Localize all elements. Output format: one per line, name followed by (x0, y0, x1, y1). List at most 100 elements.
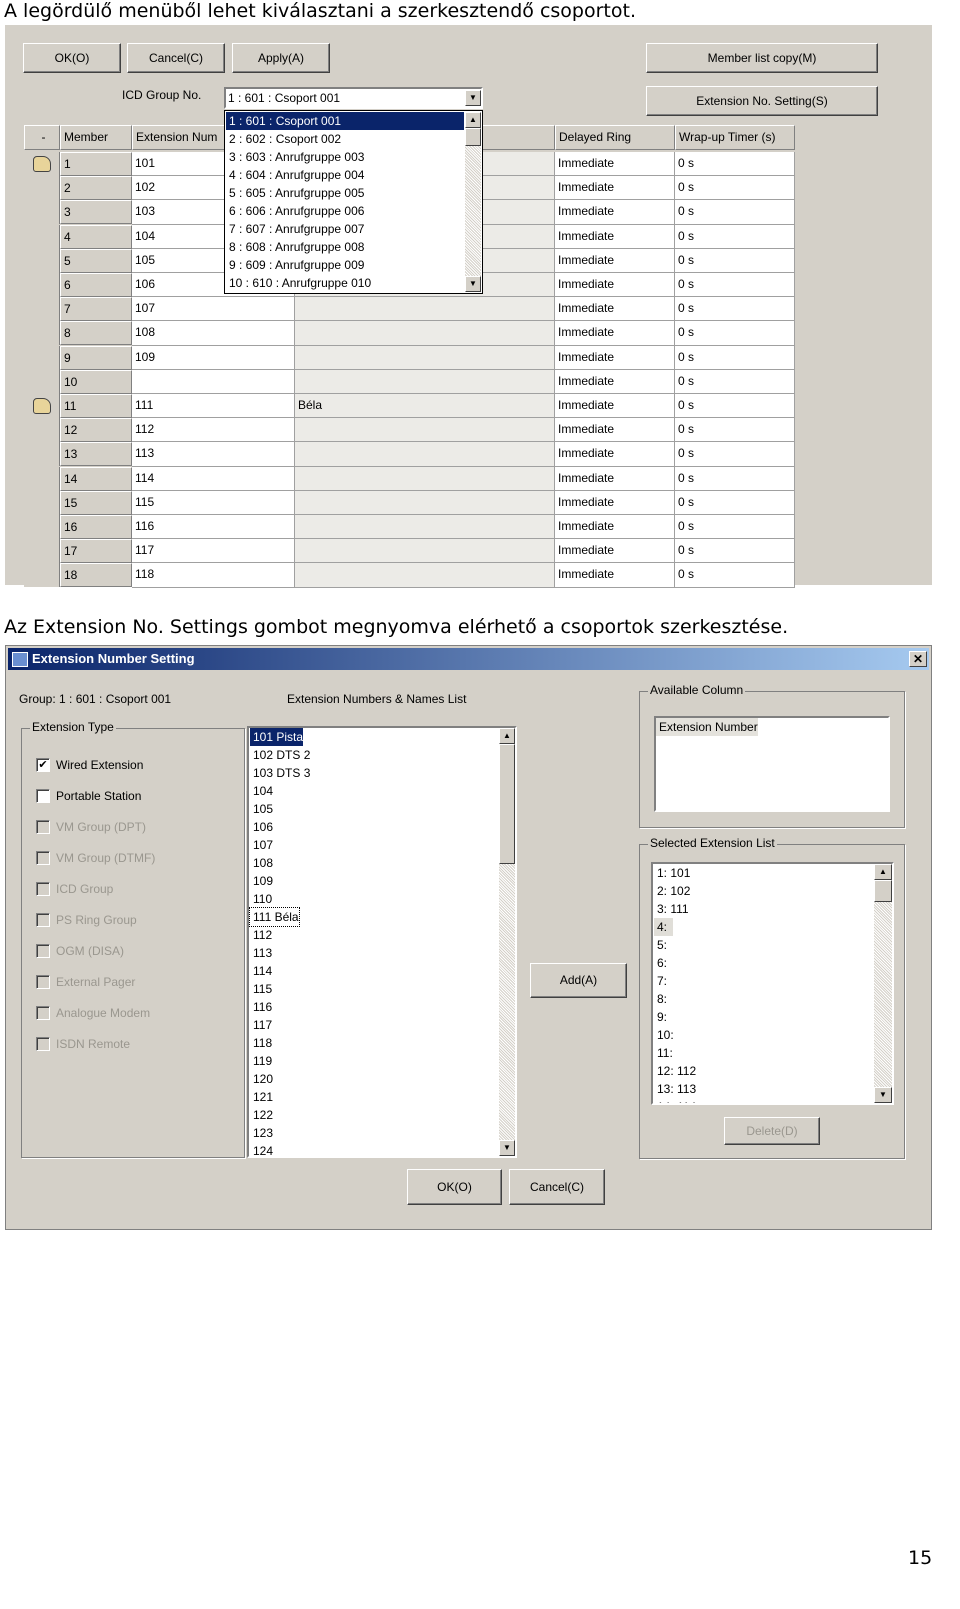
dropdown-option[interactable]: 2 : 602 : Csoport 002 (226, 130, 464, 148)
name-cell[interactable] (295, 442, 555, 467)
ext-cell[interactable]: 107 (132, 297, 295, 322)
ring-cell[interactable]: Immediate (555, 418, 675, 443)
ext-type-checkbox[interactable]: VM Group (DTMF) (36, 842, 155, 873)
row-selector[interactable] (24, 321, 60, 346)
extension-item[interactable]: 118 (250, 1034, 272, 1052)
checkbox-icon[interactable] (36, 974, 50, 989)
selected-extension-item[interactable]: 11: (654, 1044, 872, 1062)
name-cell[interactable] (295, 321, 555, 346)
extension-item[interactable]: 109 (250, 872, 273, 890)
ring-cell[interactable]: Immediate (555, 394, 675, 419)
row-selector[interactable] (24, 563, 60, 588)
ext-cell[interactable]: 113 (132, 442, 295, 467)
member-list-copy-button[interactable]: Member list copy(M) (646, 43, 878, 73)
row-selector[interactable] (24, 273, 60, 297)
dropdown-option[interactable]: 6 : 606 : Anrufgruppe 006 (226, 202, 464, 220)
extension-item[interactable]: 107 (250, 836, 273, 854)
checkbox-icon[interactable] (36, 912, 50, 927)
checkbox-icon[interactable] (36, 1005, 50, 1020)
extension-item[interactable]: 103 DTS 3 (250, 764, 310, 782)
selected-extension-item[interactable]: 9: (654, 1008, 872, 1026)
wrap-cell[interactable]: 0 s (675, 297, 795, 322)
ring-cell[interactable]: Immediate (555, 490, 675, 515)
scroll-up-icon[interactable]: ▲ (874, 864, 892, 880)
extension-item[interactable]: 102 DTS 2 (250, 746, 310, 764)
ring-cell[interactable]: Immediate (555, 442, 675, 467)
extension-item[interactable]: 119 (250, 1052, 272, 1070)
row-selector[interactable] (24, 345, 60, 370)
row-selector[interactable] (24, 176, 60, 201)
extension-item[interactable]: 117 (250, 1016, 272, 1034)
row-selector[interactable] (24, 297, 60, 322)
cancel-button[interactable]: Cancel(C) (127, 43, 225, 73)
extension-item[interactable]: 112 (250, 926, 272, 944)
name-cell[interactable] (295, 490, 555, 515)
name-cell[interactable] (295, 345, 555, 370)
wrap-cell[interactable]: 0 s (675, 152, 795, 177)
row-selector[interactable] (24, 394, 60, 418)
checkbox-icon[interactable] (36, 788, 50, 803)
name-cell[interactable]: Béla (295, 394, 555, 419)
row-selector[interactable] (24, 466, 60, 491)
scroll-thumb[interactable] (499, 744, 515, 864)
scroll-thumb[interactable] (874, 880, 892, 902)
ext-type-checkbox[interactable]: VM Group (DPT) (36, 811, 155, 842)
ext-cell[interactable]: 116 (132, 515, 295, 540)
selected-extension-item[interactable]: 5: (654, 936, 872, 954)
scroll-down-icon[interactable]: ▼ (499, 1140, 515, 1156)
ext-type-checkbox[interactable]: OGM (DISA) (36, 935, 155, 966)
wrap-cell[interactable]: 0 s (675, 418, 795, 443)
ring-cell[interactable]: Immediate (555, 152, 675, 177)
ext-cell[interactable]: 117 (132, 539, 295, 564)
extension-item[interactable]: 122 (250, 1106, 273, 1124)
extension-item[interactable]: 115 (250, 980, 272, 998)
extension-item[interactable]: 116 (250, 998, 272, 1016)
ext-cell[interactable]: 108 (132, 321, 295, 346)
scroll-thumb[interactable] (465, 128, 481, 146)
icd-group-combobox[interactable]: 1 : 601 : Csoport 001 ▼ (224, 87, 483, 109)
close-icon[interactable]: ✕ (909, 651, 927, 667)
wrap-cell[interactable]: 0 s (675, 394, 795, 419)
row-selector[interactable] (24, 418, 60, 443)
dropdown-scrollbar[interactable]: ▲ ▼ (465, 112, 481, 292)
extension-item[interactable]: 121 (250, 1088, 273, 1106)
row-selector[interactable] (24, 152, 60, 176)
selected-extension-item[interactable]: 1: 101 (654, 864, 872, 882)
ring-cell[interactable]: Immediate (555, 345, 675, 370)
extension-item[interactable]: 111 Béla (249, 907, 300, 927)
dropdown-option[interactable]: 9 : 609 : Anrufgruppe 009 (226, 256, 464, 274)
extension-item[interactable]: 124 (250, 1142, 273, 1156)
available-column-list[interactable]: Extension Number (654, 716, 890, 812)
ext-type-checkbox[interactable]: External Pager (36, 966, 155, 997)
extension-item[interactable]: 120 (250, 1070, 273, 1088)
ext-type-checkbox[interactable]: Analogue Modem (36, 997, 155, 1028)
selected-extension-item[interactable]: 12: 112 (654, 1062, 872, 1080)
wrap-cell[interactable]: 0 s (675, 466, 795, 491)
ext-type-checkbox[interactable]: ✔ Wired Extension (36, 749, 155, 780)
row-selector[interactable] (24, 224, 60, 249)
ext-cell[interactable]: 118 (132, 563, 295, 588)
checkmark-icon[interactable]: ✔ (36, 757, 50, 772)
ring-cell[interactable]: Immediate (555, 321, 675, 346)
column-header[interactable]: Delayed Ring (555, 125, 675, 150)
scroll-down-icon[interactable]: ▼ (465, 276, 481, 292)
row-selector[interactable] (24, 442, 60, 467)
ring-cell[interactable]: Immediate (555, 176, 675, 201)
ext-cell[interactable]: 112 (132, 418, 295, 443)
scroll-up-icon[interactable]: ▲ (465, 112, 481, 128)
available-column-item[interactable]: Extension Number (656, 718, 758, 736)
apply-button[interactable]: Apply(A) (232, 43, 330, 73)
selected-extension-list[interactable]: 1: 101 2: 102 3: 111 4: 5: 6: 7: 8: 9: 10: 11: 12: … (651, 862, 894, 1105)
ext-type-checkbox[interactable]: ICD Group (36, 873, 155, 904)
checkbox-icon[interactable] (36, 1036, 50, 1051)
extension-item[interactable]: 101 Pista (250, 728, 304, 746)
ext-cell[interactable]: 114 (132, 466, 295, 491)
wrap-cell[interactable]: 0 s (675, 490, 795, 515)
add-button[interactable]: Add(A) (530, 963, 627, 998)
extension-item[interactable]: 108 (250, 854, 273, 872)
delete-button[interactable]: Delete(D) (724, 1117, 820, 1145)
ext-type-checkbox[interactable]: PS Ring Group (36, 904, 155, 935)
wrap-cell[interactable]: 0 s (675, 515, 795, 540)
scroll-up-icon[interactable]: ▲ (499, 728, 515, 744)
selected-extension-item[interactable]: 6: (654, 954, 872, 972)
